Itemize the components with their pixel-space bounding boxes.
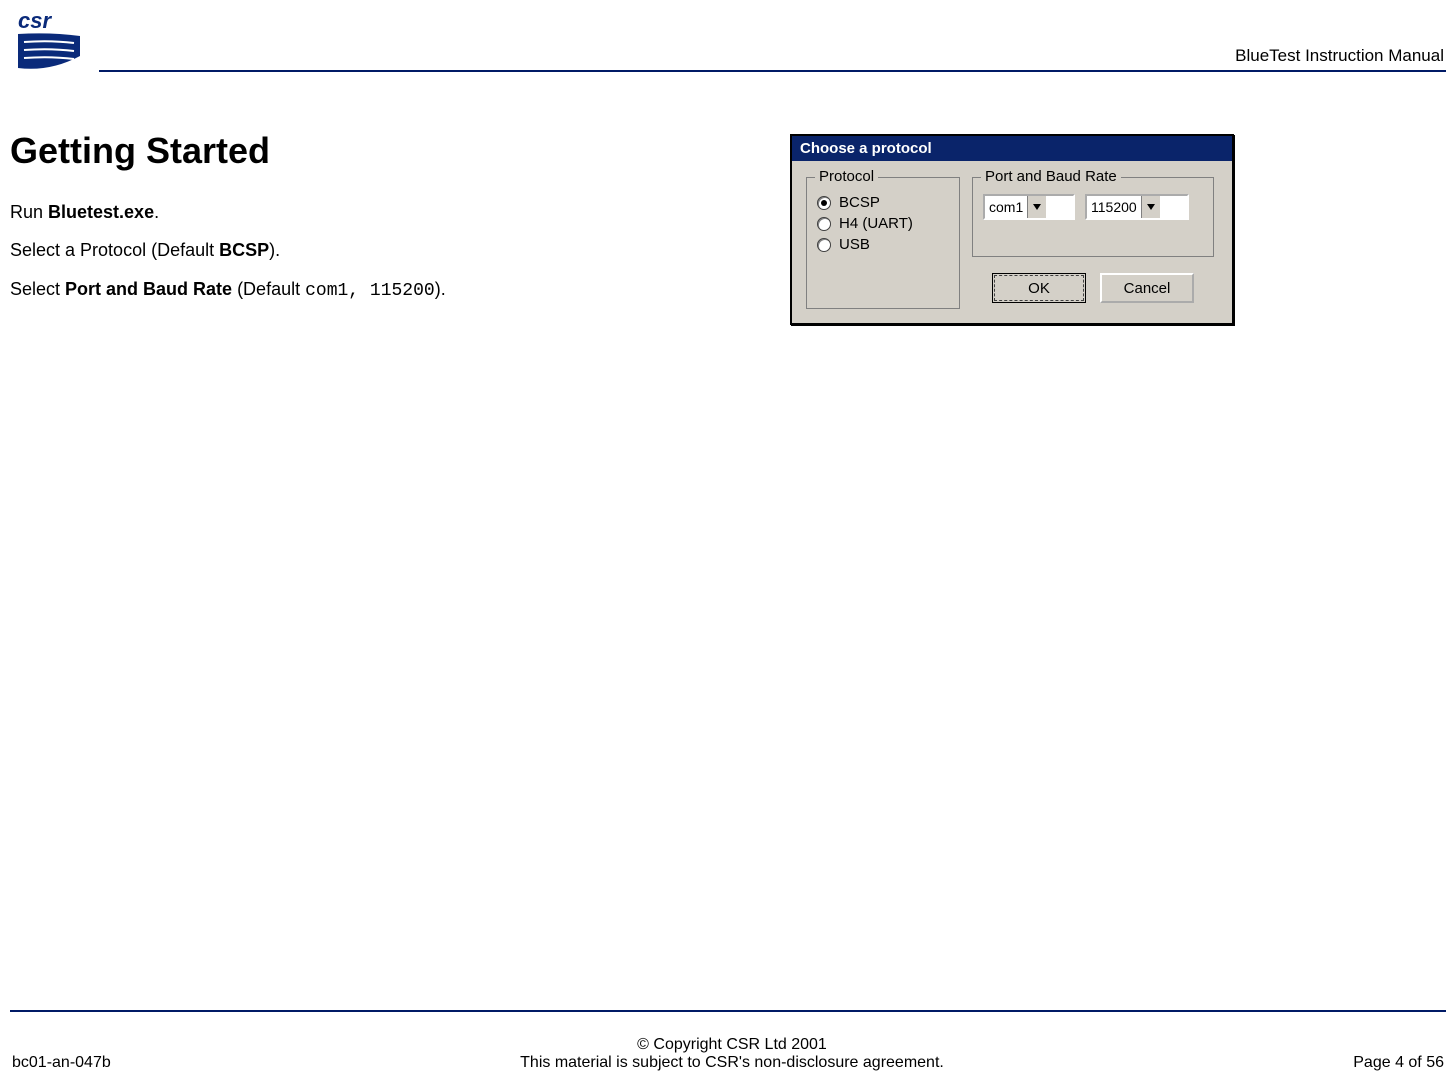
baud-dropdown[interactable]: 115200 — [1085, 194, 1189, 220]
text: ). — [435, 279, 446, 299]
ok-button-label: OK — [994, 275, 1084, 301]
text: . — [154, 202, 159, 222]
footer-copyright: © Copyright CSR Ltd 2001 — [111, 1036, 1354, 1054]
bold-text: Bluetest.exe — [48, 202, 154, 222]
radio-label: USB — [839, 236, 870, 253]
header-divider — [99, 70, 1446, 72]
radio-usb[interactable]: USB — [817, 236, 949, 253]
mono-text: com1, 115200 — [305, 281, 435, 301]
footer-nda: This material is subject to CSR's non-di… — [111, 1054, 1354, 1072]
text: Select a Protocol (Default — [10, 240, 219, 260]
radio-bcsp[interactable]: BCSP — [817, 194, 949, 211]
header-doc-title: BlueTest Instruction Manual — [1235, 46, 1444, 66]
footer-page-number: Page 4 of 56 — [1353, 1054, 1444, 1072]
protocol-fieldset: Protocol BCSP H4 (UART) USB — [806, 177, 960, 309]
radio-h4[interactable]: H4 (UART) — [817, 215, 949, 232]
ok-button[interactable]: OK — [992, 273, 1086, 303]
csr-logo: csr — [10, 6, 90, 78]
footer-center: © Copyright CSR Ltd 2001 This material i… — [111, 1036, 1354, 1072]
dialog-button-row: OK Cancel — [972, 273, 1214, 303]
port-baud-fieldset: Port and Baud Rate com1 115200 — [972, 177, 1214, 257]
radio-icon — [817, 238, 831, 252]
radio-icon — [817, 217, 831, 231]
dialog-right-column: Port and Baud Rate com1 115200 — [972, 177, 1214, 303]
cancel-button-label: Cancel — [1124, 280, 1171, 297]
choose-protocol-dialog: Choose a protocol Protocol BCSP H4 (UART… — [790, 134, 1234, 325]
protocol-legend: Protocol — [815, 168, 878, 185]
text: (Default — [232, 279, 305, 299]
radio-label: BCSP — [839, 194, 880, 211]
bold-text: BCSP — [219, 240, 269, 260]
chevron-down-icon — [1027, 196, 1046, 218]
baud-value: 115200 — [1087, 196, 1141, 218]
radio-label: H4 (UART) — [839, 215, 913, 232]
chevron-down-icon — [1141, 196, 1160, 218]
footer-doc-code: bc01-an-047b — [12, 1054, 111, 1072]
port-dropdown[interactable]: com1 — [983, 194, 1075, 220]
port-baud-legend: Port and Baud Rate — [981, 168, 1121, 185]
text: ). — [269, 240, 280, 260]
cancel-button[interactable]: Cancel — [1100, 273, 1194, 303]
document-page: csr BlueTest Instruction Manual Getting … — [0, 0, 1456, 1090]
bold-text: Port and Baud Rate — [65, 279, 232, 299]
dialog-body: Protocol BCSP H4 (UART) USB Port and Bau… — [792, 161, 1232, 323]
page-footer: bc01-an-047b © Copyright CSR Ltd 2001 Th… — [12, 1036, 1444, 1072]
dialog-titlebar[interactable]: Choose a protocol — [792, 136, 1232, 161]
radio-icon — [817, 196, 831, 210]
footer-divider — [10, 1010, 1446, 1012]
text: Run — [10, 202, 48, 222]
port-value: com1 — [985, 196, 1027, 218]
text: Select — [10, 279, 65, 299]
svg-text:csr: csr — [18, 8, 52, 33]
